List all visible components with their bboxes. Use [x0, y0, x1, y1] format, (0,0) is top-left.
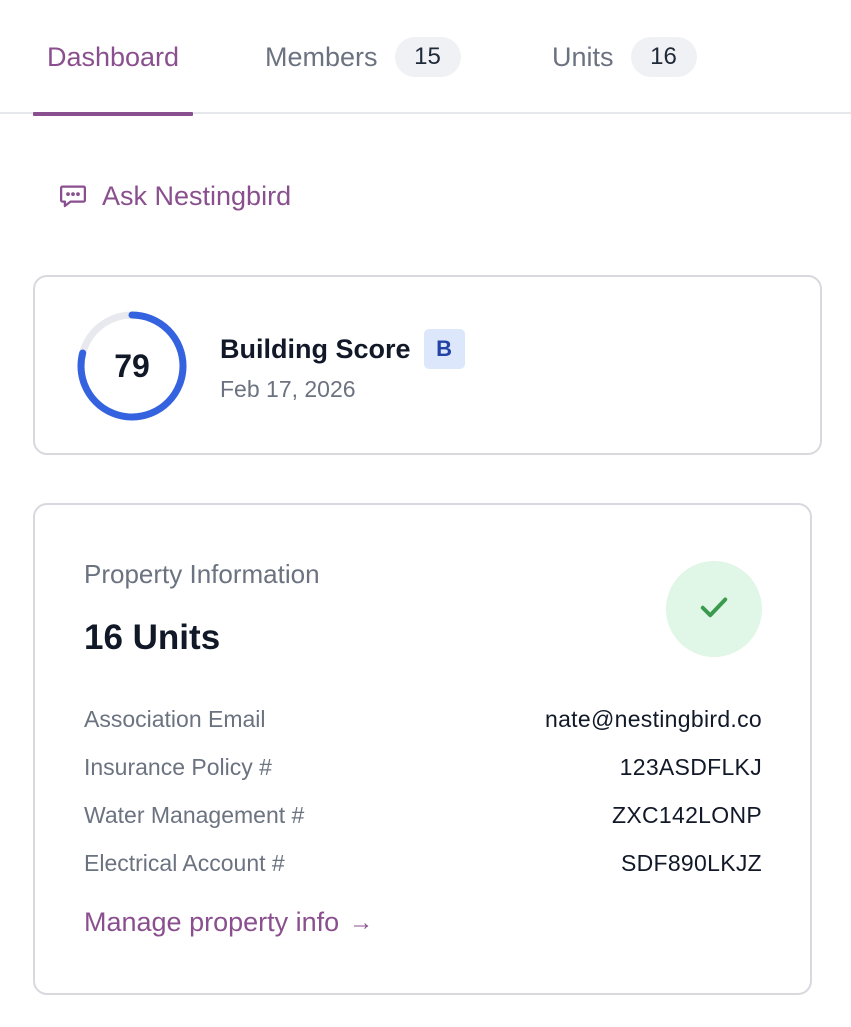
units-count-badge: 16	[630, 37, 697, 77]
detail-row-water-management: Water Management # ZXC142LONP	[84, 791, 762, 839]
ask-nestingbird-label: Ask Nestingbird	[102, 180, 292, 211]
grade-badge: B	[423, 329, 465, 369]
tab-bar: Dashboard Members 15 Units 16	[0, 0, 851, 116]
manage-property-info-label: Manage property info	[84, 907, 340, 937]
arrow-right-icon: →	[349, 908, 374, 936]
unit-count-heading: 16 Units	[84, 618, 221, 657]
detail-label: Water Management #	[84, 801, 305, 828]
chat-bubble-icon	[58, 181, 88, 211]
detail-label: Electrical Account #	[84, 849, 285, 876]
property-details-list: Association Email nate@nestingbird.co In…	[84, 695, 762, 887]
ask-nestingbird-link[interactable]: Ask Nestingbird	[58, 174, 291, 218]
building-score-card[interactable]: 79 Building Score B Feb 17, 2026	[33, 275, 822, 455]
detail-label: Association Email	[84, 705, 266, 732]
building-score-title: Building Score	[220, 333, 411, 364]
detail-value: ZXC142LONP	[611, 801, 762, 828]
active-tab-indicator	[33, 112, 193, 116]
members-count-badge: 15	[394, 37, 461, 77]
score-title-row: Building Score B	[220, 329, 465, 369]
detail-row-electrical-account: Electrical Account # SDF890LKJZ	[84, 839, 762, 887]
property-information-label: Property Information	[84, 559, 320, 589]
tab-dashboard-label: Dashboard	[46, 41, 180, 72]
tab-units-label: Units	[552, 41, 614, 72]
detail-value: SDF890LKJZ	[620, 849, 762, 876]
detail-label: Insurance Policy #	[84, 753, 272, 780]
score-value: 79	[114, 347, 150, 384]
status-check-badge	[666, 561, 762, 657]
tab-units[interactable]: Units 16	[552, 0, 697, 114]
property-information-card: Property Information 16 Units Associatio…	[33, 503, 812, 995]
detail-row-association-email: Association Email nate@nestingbird.co	[84, 695, 762, 743]
detail-row-insurance-policy: Insurance Policy # 123ASDFLKJ	[84, 743, 762, 791]
tab-dashboard[interactable]: Dashboard	[33, 0, 193, 116]
tab-members[interactable]: Members 15	[265, 0, 461, 114]
tab-members-label: Members	[265, 41, 378, 72]
page: Dashboard Members 15 Units 16 Ask Nestin…	[0, 0, 851, 1027]
detail-value: nate@nestingbird.co	[544, 705, 762, 732]
score-date: Feb 17, 2026	[220, 376, 356, 402]
manage-property-info-link[interactable]: Manage property info →	[84, 907, 373, 938]
detail-value: 123ASDFLKJ	[619, 753, 762, 780]
check-icon	[696, 589, 732, 630]
score-gauge: 79	[75, 309, 189, 423]
